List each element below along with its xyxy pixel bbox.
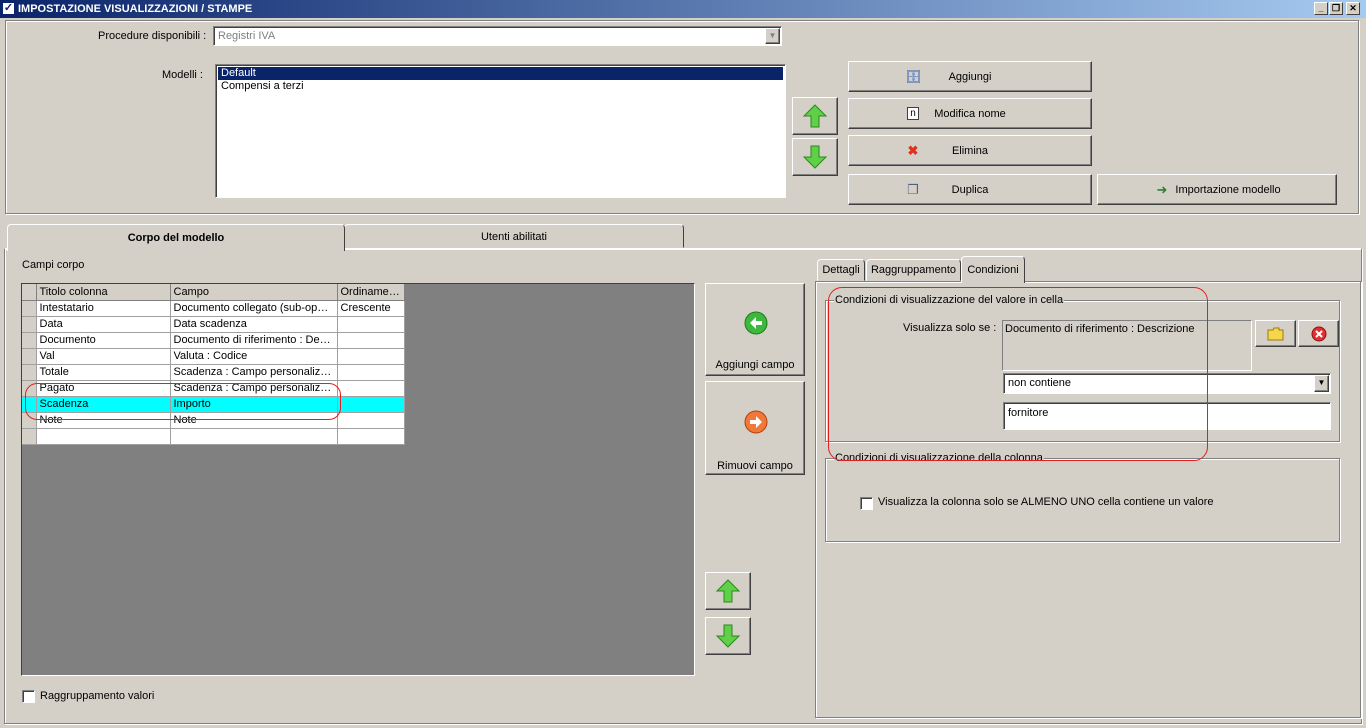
- grid-column-header[interactable]: Titolo colonna: [36, 284, 171, 301]
- green-down-arrow-icon: [802, 145, 828, 169]
- table-row[interactable]: Documento Documento di riferimento : Desc…: [22, 332, 405, 349]
- row-indicator[interactable]: [22, 332, 37, 349]
- procedure-combo[interactable]: Registri IVA ▼: [213, 26, 782, 46]
- tab-utenti-abilitati[interactable]: Utenti abilitati: [344, 224, 684, 248]
- minimize-button[interactable]: _: [1314, 2, 1328, 15]
- chevron-down-icon[interactable]: ▼: [1314, 375, 1329, 392]
- model-move-down-button[interactable]: [792, 138, 838, 176]
- table-cell[interactable]: Totale: [36, 364, 171, 381]
- title-bar: ✓ IMPOSTAZIONE VISUALIZZAZIONI / STAMPE …: [0, 0, 1366, 18]
- grid-column-header[interactable]: Ordinamento: [337, 284, 405, 301]
- column-condition-checkbox[interactable]: [860, 497, 873, 510]
- grid-column-header[interactable]: Campo: [170, 284, 338, 301]
- tab-dettagli[interactable]: Dettagli: [817, 259, 865, 281]
- add-model-button[interactable]: 🗄 Aggiungi: [848, 61, 1092, 92]
- tab-corpo-del-modello[interactable]: Corpo del modello: [7, 224, 345, 251]
- green-down-arrow-icon: [715, 624, 741, 648]
- table-row[interactable]: [22, 428, 405, 445]
- app-checkbox-icon: ✓: [2, 2, 15, 15]
- fields-label: Campi corpo: [22, 259, 85, 271]
- rename-model-label: Modifica nome: [934, 107, 1006, 120]
- grid-corner: [22, 284, 37, 301]
- column-condition-label: Visualizza la colonna solo se ALMENO UNO…: [878, 496, 1214, 508]
- folder-icon: [1267, 327, 1284, 341]
- folder-button[interactable]: [1255, 320, 1296, 347]
- copy-icon: ❐: [907, 182, 919, 197]
- models-label: Modelli :: [162, 69, 203, 81]
- table-cell[interactable]: Documento collegato (sub-opzio...: [170, 300, 338, 317]
- fields-grid-area: Titolo colonna Campo Ordinamento Intestata…: [21, 283, 695, 676]
- rename-n-icon: n: [907, 107, 919, 120]
- table-row[interactable]: Intestatario Documento collegato (sub-opz…: [22, 300, 405, 317]
- table-cell[interactable]: Val: [36, 348, 171, 365]
- grouping-checkbox[interactable]: [22, 690, 35, 703]
- green-up-arrow-icon: [802, 104, 828, 128]
- red-x-icon: ✖: [907, 143, 919, 158]
- table-cell[interactable]: Data scadenza: [170, 316, 338, 333]
- row-indicator[interactable]: [22, 300, 37, 317]
- table-cell[interactable]: [337, 412, 405, 429]
- table-cell[interactable]: [36, 428, 171, 445]
- restore-button[interactable]: ❐: [1329, 2, 1343, 15]
- green-up-arrow-icon: [715, 579, 741, 603]
- table-cell[interactable]: Documento di riferimento : Desc...: [170, 332, 338, 349]
- window-title: IMPOSTAZIONE VISUALIZZAZIONI / STAMPE: [18, 3, 253, 15]
- table-cell[interactable]: Documento: [36, 332, 171, 349]
- tab-raggruppamento[interactable]: Raggruppamento: [866, 259, 961, 281]
- model-move-up-button[interactable]: [792, 97, 838, 135]
- table-cell[interactable]: Valuta : Codice: [170, 348, 338, 365]
- annotation-highlight-row: [25, 383, 341, 420]
- row-indicator[interactable]: [22, 364, 37, 381]
- table-cell[interactable]: [337, 348, 405, 365]
- delete-model-label: Elimina: [951, 144, 989, 157]
- red-cancel-icon: [1311, 326, 1327, 342]
- table-cell[interactable]: [337, 396, 405, 413]
- remove-field-label: Rimuovi campo: [717, 460, 793, 472]
- table-cell[interactable]: [337, 332, 405, 349]
- row-indicator[interactable]: [22, 348, 37, 365]
- import-icon: ➜: [1156, 182, 1168, 197]
- delete-model-button[interactable]: ✖ Elimina: [848, 135, 1092, 166]
- add-field-button[interactable]: Aggiungi campo: [705, 283, 805, 376]
- fields-grid: Titolo colonna Campo Ordinamento Intestata…: [22, 284, 405, 445]
- model-list-item[interactable]: Compensi a terzi: [218, 80, 783, 93]
- table-cell[interactable]: Scadenza : Campo personalizza...: [170, 364, 338, 381]
- table-cell[interactable]: [337, 316, 405, 333]
- close-button[interactable]: ✕: [1346, 2, 1360, 15]
- orange-right-arrow-icon: [744, 410, 768, 434]
- table-cell[interactable]: [337, 428, 405, 445]
- remove-field-button[interactable]: Rimuovi campo: [705, 381, 805, 475]
- row-indicator[interactable]: [22, 428, 37, 445]
- table-cell[interactable]: Intestatario: [36, 300, 171, 317]
- table-cell[interactable]: [337, 364, 405, 381]
- field-move-up-button[interactable]: [705, 572, 751, 610]
- add-field-label: Aggiungi campo: [715, 359, 795, 371]
- rename-model-button[interactable]: n Modifica nome: [848, 98, 1092, 129]
- duplicate-model-button[interactable]: ❐ Duplica: [848, 174, 1092, 205]
- add-db-icon: 🗄: [905, 69, 922, 84]
- table-cell[interactable]: [170, 428, 338, 445]
- field-move-down-button[interactable]: [705, 617, 751, 655]
- row-indicator[interactable]: [22, 316, 37, 333]
- table-cell[interactable]: [337, 380, 405, 397]
- clear-button[interactable]: [1298, 320, 1339, 347]
- table-cell[interactable]: Data: [36, 316, 171, 333]
- procedure-value: Registri IVA: [218, 30, 276, 42]
- add-model-label: Aggiungi: [948, 70, 992, 83]
- table-row[interactable]: Data Data scadenza: [22, 316, 405, 333]
- chevron-down-icon[interactable]: ▼: [765, 28, 780, 44]
- model-list-item[interactable]: Default: [218, 67, 783, 80]
- import-model-label: Importazione modello: [1175, 183, 1281, 196]
- green-left-arrow-icon: [744, 311, 768, 335]
- models-list[interactable]: Default Compensi a terzi: [215, 64, 786, 198]
- tab-condizioni[interactable]: Condizioni: [961, 256, 1025, 283]
- table-cell[interactable]: Crescente: [337, 300, 405, 317]
- table-row[interactable]: Totale Scadenza : Campo personalizza...: [22, 364, 405, 381]
- duplicate-model-label: Duplica: [951, 183, 989, 196]
- table-row[interactable]: Val Valuta : Codice: [22, 348, 405, 365]
- import-model-button[interactable]: ➜ Importazione modello: [1097, 174, 1337, 205]
- annotation-conditions: [828, 287, 1208, 461]
- grouping-label: Raggruppamento valori: [40, 690, 155, 702]
- procedure-label: Procedure disponibili :: [98, 30, 207, 42]
